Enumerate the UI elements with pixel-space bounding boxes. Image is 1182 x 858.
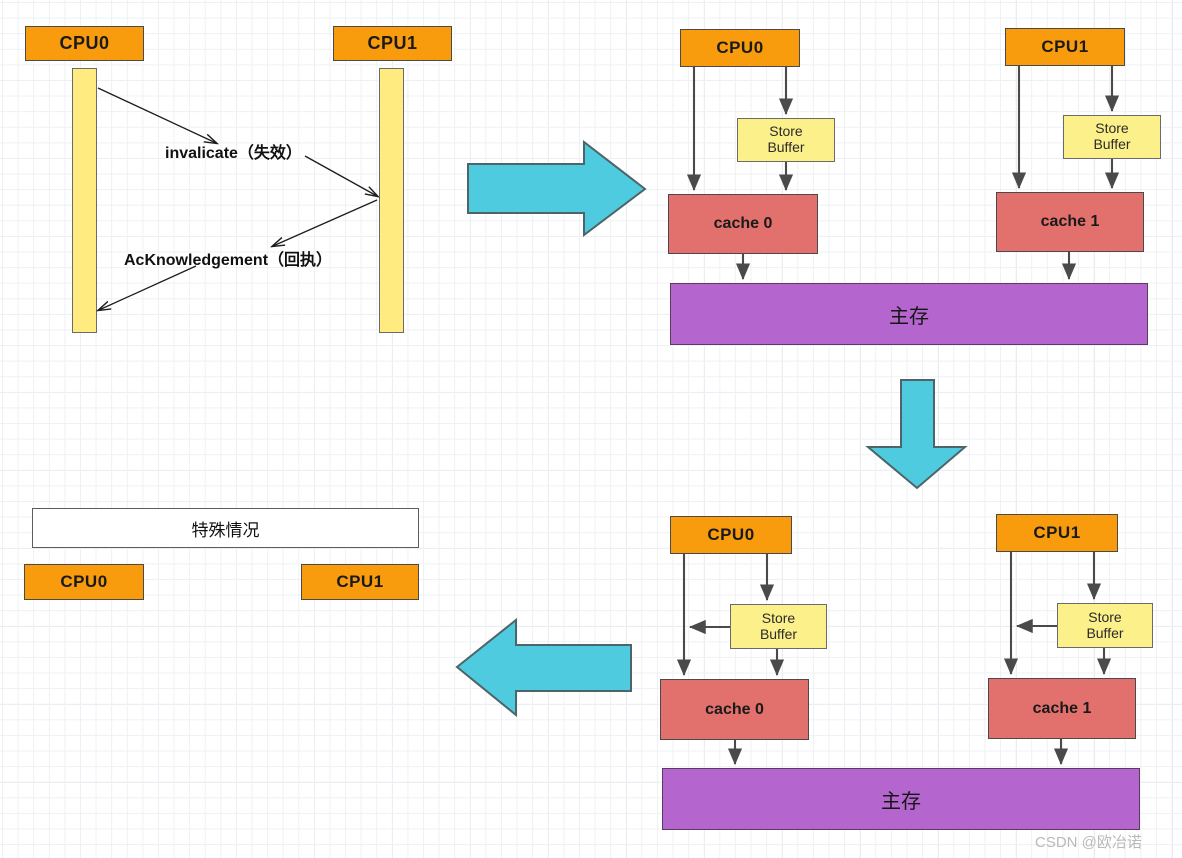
top-main-memory[interactable]: 主存	[670, 283, 1148, 345]
csdn-watermark: CSDN @欧冶诺	[1035, 834, 1142, 851]
bottom-store-buffer-1[interactable]: Store Buffer	[1057, 603, 1153, 648]
seq-cpu0-box[interactable]: CPU0	[25, 26, 144, 61]
top-cpu1-box[interactable]: CPU1	[1005, 28, 1125, 66]
top-cpu0-box[interactable]: CPU0	[680, 29, 800, 67]
bottom-cache-1[interactable]: cache 1	[988, 678, 1136, 739]
top-cache-1[interactable]: cache 1	[996, 192, 1144, 252]
bottom-cpu0-box[interactable]: CPU0	[670, 516, 792, 554]
special-cpu0-box[interactable]: CPU0	[24, 564, 144, 600]
bottom-cache-0[interactable]: cache 0	[660, 679, 809, 740]
top-cache-0[interactable]: cache 0	[668, 194, 818, 254]
seq-cpu1-box[interactable]: CPU1	[333, 26, 452, 61]
top-store-buffer-0[interactable]: Store Buffer	[737, 118, 835, 162]
bottom-main-memory[interactable]: 主存	[662, 768, 1140, 830]
bottom-cpu1-box[interactable]: CPU1	[996, 514, 1118, 552]
seq-cpu1-lifeline	[379, 68, 404, 333]
seq-ack-label: AcKnowledgement（回执）	[124, 252, 333, 269]
seq-invalidate-label: invalicate（失效）	[165, 145, 302, 162]
top-store-buffer-1[interactable]: Store Buffer	[1063, 115, 1161, 159]
special-case-header: 特殊情况	[32, 508, 419, 548]
bottom-store-buffer-0[interactable]: Store Buffer	[730, 604, 827, 649]
special-cpu1-box[interactable]: CPU1	[301, 564, 419, 600]
seq-cpu0-lifeline	[72, 68, 97, 333]
